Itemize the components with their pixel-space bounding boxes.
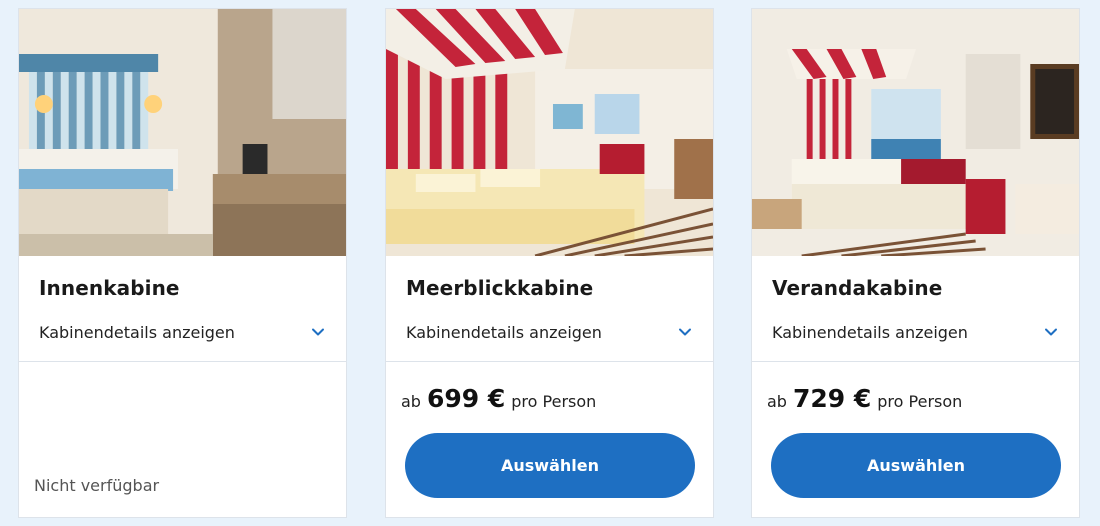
chevron-down-icon xyxy=(312,328,324,336)
cabin-photo-meerblickkabine xyxy=(386,9,713,256)
price-suffix: pro Person xyxy=(511,392,597,411)
cabin-card-verandakabine: Verandakabine Kabinendetails anzeigen ab… xyxy=(751,8,1080,518)
cabin-details-toggle[interactable]: Kabinendetails anzeigen xyxy=(39,320,326,344)
cabin-details-toggle[interactable]: Kabinendetails anzeigen xyxy=(406,320,693,344)
price-amount: 729 € xyxy=(792,384,872,413)
cabin-header: Verandakabine Kabinendetails anzeigen xyxy=(752,256,1079,362)
price-prefix: ab xyxy=(767,392,787,411)
cabin-details-label: Kabinendetails anzeigen xyxy=(772,322,968,342)
cabin-details-toggle[interactable]: Kabinendetails anzeigen xyxy=(772,320,1059,344)
cabin-header: Meerblickkabine Kabinendetails anzeigen xyxy=(386,256,713,362)
select-cabin-button[interactable]: Auswählen xyxy=(771,433,1061,498)
price-line: ab 729 € pro Person xyxy=(767,384,962,413)
cabin-photo-innenkabine xyxy=(19,9,346,256)
cabin-footer: Nicht verfügbar xyxy=(19,362,346,517)
cabin-title: Innenkabine xyxy=(39,276,180,300)
price-amount: 699 € xyxy=(426,384,506,413)
cabin-details-label: Kabinendetails anzeigen xyxy=(406,322,602,342)
cabin-title: Verandakabine xyxy=(772,276,943,300)
cabin-footer: ab 699 € pro Person Auswählen xyxy=(386,362,713,517)
cabin-card-meerblickkabine: Meerblickkabine Kabinendetails anzeigen … xyxy=(385,8,714,518)
cabin-details-label: Kabinendetails anzeigen xyxy=(39,322,235,342)
cabin-cards: Innenkabine Kabinendetails anzeigen Nich… xyxy=(0,0,1100,526)
cabin-header: Innenkabine Kabinendetails anzeigen xyxy=(19,256,346,362)
select-cabin-button[interactable]: Auswählen xyxy=(405,433,695,498)
price-line: ab 699 € pro Person xyxy=(401,384,596,413)
cabin-title: Meerblickkabine xyxy=(406,276,594,300)
chevron-down-icon xyxy=(1045,328,1057,336)
cabin-card-innenkabine: Innenkabine Kabinendetails anzeigen Nich… xyxy=(18,8,347,518)
price-prefix: ab xyxy=(401,392,421,411)
price-suffix: pro Person xyxy=(877,392,963,411)
availability-status: Nicht verfügbar xyxy=(34,476,160,495)
cabin-photo-verandakabine xyxy=(752,9,1079,256)
cabin-footer: ab 729 € pro Person Auswählen xyxy=(752,362,1079,517)
chevron-down-icon xyxy=(679,328,691,336)
